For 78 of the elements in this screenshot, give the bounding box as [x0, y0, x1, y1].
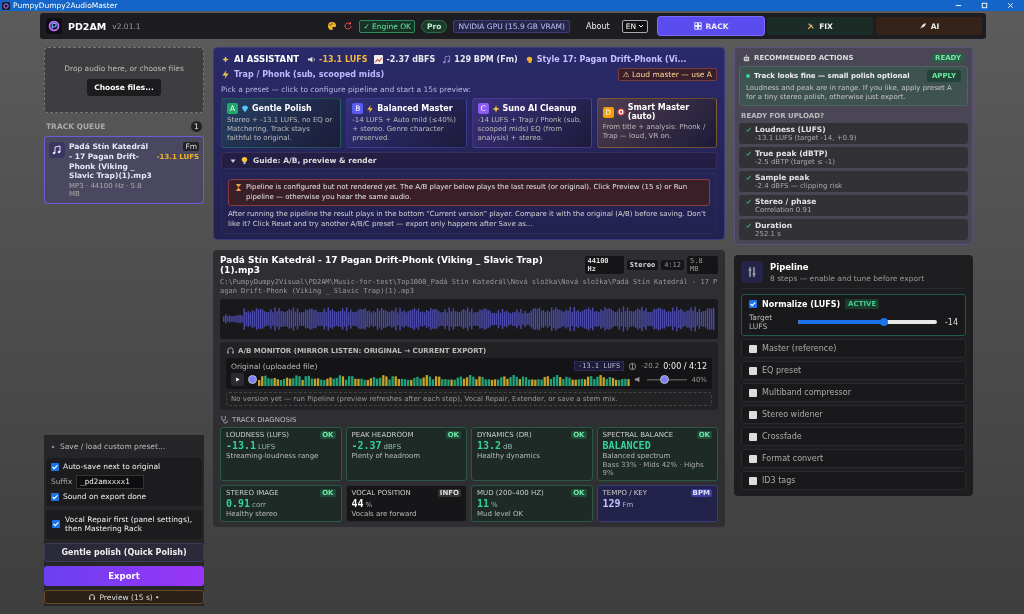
music-note-icon	[49, 142, 65, 158]
music-note-icon	[442, 54, 452, 64]
step-checkbox[interactable]	[749, 344, 757, 353]
step-label: Crossfade	[762, 432, 802, 442]
palette-icon[interactable]	[327, 21, 338, 31]
metric-value: 11	[477, 498, 490, 510]
sound-checkbox[interactable]	[51, 492, 59, 501]
slider-thumb[interactable]	[659, 375, 669, 385]
chart-icon	[374, 54, 384, 64]
lightbulb-icon	[240, 156, 249, 166]
step-checkbox[interactable]	[749, 454, 757, 463]
metric-value: 129	[602, 498, 621, 510]
robot-icon	[742, 53, 751, 63]
maximize-icon[interactable]	[980, 1, 989, 10]
step-checkbox[interactable]	[749, 432, 757, 441]
tools-icon	[807, 22, 816, 30]
stat-text: Style 17: Pagan Drift-Phonk (Vi...	[536, 54, 687, 64]
gem-icon	[241, 104, 249, 113]
target-lufs-slider[interactable]	[797, 320, 937, 325]
track-title: Padá Stín Katedrál - 17 Pagan Drift-Phonk (Viking _ Slavic Trap)(1).mp3	[220, 255, 544, 276]
pipeline-icon	[741, 261, 763, 284]
speaker-icon	[307, 54, 317, 64]
step-label: Format convert	[762, 454, 824, 464]
logo-icon	[46, 18, 62, 34]
metric-value: -13.1	[226, 440, 257, 452]
target-icon	[616, 108, 625, 116]
quick-polish-button[interactable]: Gentle polish (Quick Polish)	[44, 543, 204, 562]
metric-value: -2.37	[351, 440, 382, 452]
bullet-icon	[50, 443, 56, 450]
step-label: Normalize (LUFS)	[762, 299, 841, 309]
status-dot	[746, 74, 750, 78]
step-checkbox[interactable]	[749, 300, 757, 309]
step-label: Master (reference)	[762, 344, 837, 354]
ai-title: AI ASSISTANT	[234, 54, 300, 64]
preset-title: Smart Master (auto)	[627, 103, 691, 121]
step-label: Stereo widener	[762, 410, 823, 420]
metric-value: 13.2	[477, 440, 502, 452]
grid-icon	[693, 22, 702, 30]
play-icon	[234, 376, 241, 384]
metric-value: 0.91	[226, 498, 251, 510]
headphones-icon	[88, 593, 97, 601]
preset-title: Gentle Polish	[252, 104, 312, 113]
lightning-icon	[221, 70, 230, 79]
close-icon[interactable]	[1006, 1, 1015, 10]
step-label: Multiband compressor	[762, 388, 851, 398]
preset-title: Suno AI Cleanup	[502, 104, 577, 113]
pipeline-title: Pipeline	[770, 261, 810, 272]
stat-text: 129 BPM (Fm)	[454, 54, 518, 64]
step-checkbox[interactable]	[749, 366, 757, 375]
step-checkbox[interactable]	[749, 388, 757, 397]
play-button[interactable]	[231, 373, 244, 387]
param-value: -14	[944, 317, 958, 327]
vocal-repair-checkbox[interactable]	[52, 520, 60, 529]
about-link[interactable]: About	[580, 20, 616, 32]
step-label: ID3 tags	[762, 476, 796, 486]
step-checkbox[interactable]	[749, 410, 757, 419]
app-name: PD2AM	[68, 20, 107, 32]
step-label: EQ preset	[762, 366, 802, 376]
metric-value: BALANCED	[602, 440, 651, 452]
stat-text: -13.1 LUFS	[319, 54, 368, 64]
step-checkbox[interactable]	[749, 476, 757, 485]
lightning-icon	[366, 104, 375, 113]
metric-value: 44	[351, 498, 364, 510]
stat-text: -2.37 dBFS	[386, 54, 436, 64]
time-display: 0:00 / 4:12	[663, 361, 707, 371]
app-icon	[2, 1, 10, 10]
stethoscope-icon	[220, 415, 229, 425]
sparkle-icon	[221, 54, 230, 64]
genre-label: Trap / Phonk (sub, scooped mids)	[234, 70, 385, 79]
auto-save-checkbox[interactable]	[51, 462, 59, 471]
export-button[interactable]: Export	[44, 566, 204, 586]
caret-icon	[638, 24, 644, 28]
hourglass-icon	[234, 183, 243, 193]
slider-thumb[interactable]	[248, 375, 257, 385]
headphones-icon	[226, 346, 235, 356]
sparkle-icon	[491, 104, 500, 113]
refresh-icon[interactable]	[343, 21, 354, 31]
preset-title: Balanced Master	[377, 104, 453, 113]
